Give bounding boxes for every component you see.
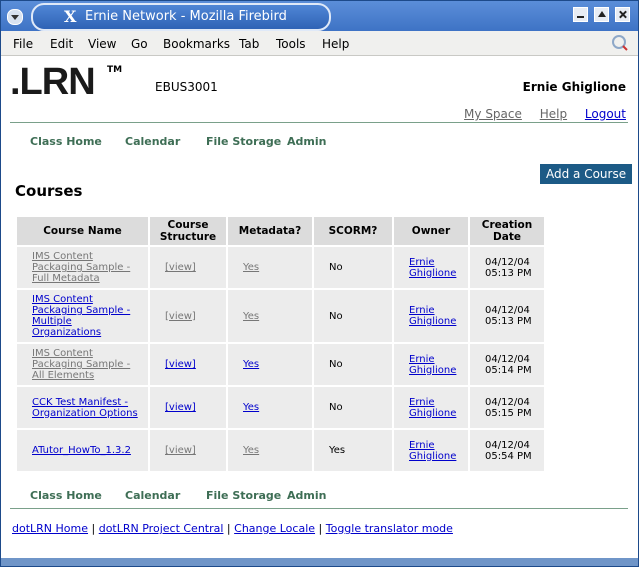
footer-links: dotLRN Home | dotLRN Project Central | C… [12, 522, 453, 535]
menu-view[interactable]: View [88, 37, 116, 51]
title-pill: X Ernie Network - Mozilla Firebird [31, 3, 331, 31]
tab-admin[interactable]: Admin [287, 135, 326, 148]
metadata-link[interactable]: Yes [243, 311, 259, 322]
owner-link[interactable]: Ernie Ghiglione [409, 397, 456, 419]
logo-trademark: TM [107, 65, 123, 75]
owner-link[interactable]: Ernie Ghiglione [409, 305, 456, 327]
metadata-link[interactable]: Yes [243, 445, 259, 456]
tab-calendar[interactable]: Calendar [125, 135, 180, 148]
course-name-link[interactable]: IMS Content Packaging Sample - All Eleme… [32, 348, 130, 381]
menu-tab[interactable]: Tab [239, 37, 259, 51]
metadata-link[interactable]: Yes [243, 262, 259, 273]
footer-dotlrn-home-link[interactable]: dotLRN Home [12, 522, 88, 535]
menu-help[interactable]: Help [322, 37, 349, 51]
menu-edit[interactable]: Edit [50, 37, 73, 51]
course-code: EBUS3001 [155, 80, 218, 94]
view-structure-link[interactable]: [view] [165, 402, 196, 413]
footer-project-central-link[interactable]: dotLRN Project Central [99, 522, 224, 535]
scorm-value: No [329, 402, 343, 413]
window-bottom-border [1, 558, 638, 566]
page-title: Courses [15, 182, 83, 200]
col-scorm: SCORM? [314, 217, 392, 245]
menu-bar: File Edit View Go Bookmarks Tab Tools He… [1, 31, 638, 56]
view-structure-link[interactable]: [view] [165, 359, 196, 370]
table-row: IMS Content Packaging Sample - Full Meta… [17, 247, 544, 288]
view-structure-link[interactable]: [view] [165, 311, 196, 322]
table-row: IMS Content Packaging Sample - All Eleme… [17, 344, 544, 385]
table-row: ATutor_HowTo_1.3.2 [view] Yes Yes Ernie … [17, 430, 544, 471]
close-icon[interactable] [615, 7, 630, 22]
col-metadata: Metadata? [228, 217, 312, 245]
metadata-link[interactable]: Yes [243, 402, 259, 413]
view-structure-link[interactable]: [view] [165, 262, 196, 273]
creation-date: 04/12/04 05:15 PM [485, 396, 532, 419]
owner-link[interactable]: Ernie Ghiglione [409, 257, 456, 279]
scorm-value: No [329, 310, 343, 322]
scorm-value: No [329, 262, 343, 273]
minimize-icon[interactable] [573, 7, 588, 22]
footer-change-locale-link[interactable]: Change Locale [234, 522, 315, 535]
footer-toggle-translator-link[interactable]: Toggle translator mode [326, 522, 453, 535]
throbber-icon [612, 35, 628, 51]
user-name: Ernie Ghiglione [522, 80, 626, 94]
courses-table: Course Name Course Structure Metadata? S… [15, 215, 546, 473]
owner-link[interactable]: Ernie Ghiglione [409, 354, 456, 376]
menu-go[interactable]: Go [131, 37, 148, 51]
creation-date: 04/12/04 05:13 PM [485, 256, 532, 279]
maximize-icon[interactable] [594, 7, 609, 22]
view-structure-link[interactable]: [view] [165, 445, 196, 456]
window-title: Ernie Network - Mozilla Firebird [85, 9, 287, 24]
creation-date: 04/12/04 05:54 PM [485, 439, 532, 462]
scorm-value: Yes [329, 445, 346, 456]
course-name-link[interactable]: IMS Content Packaging Sample - Multiple … [32, 294, 130, 338]
title-bar[interactable]: X Ernie Network - Mozilla Firebird [1, 1, 638, 31]
menu-file[interactable]: File [13, 37, 33, 51]
top-links: My Space Help Logout [450, 107, 626, 121]
my-space-link[interactable]: My Space [464, 107, 522, 121]
col-creation-date: Creation Date [470, 217, 544, 245]
col-course-structure: Course Structure [150, 217, 226, 245]
window-menu-icon[interactable] [7, 9, 23, 25]
menu-bookmarks[interactable]: Bookmarks [163, 37, 230, 51]
creation-date: 04/12/04 05:14 PM [485, 353, 532, 376]
page-content: .LRN TM EBUS3001 Ernie Ghiglione My Spac… [1, 56, 638, 566]
x-logo-icon: X [64, 7, 77, 26]
tab-calendar[interactable]: Calendar [125, 489, 180, 502]
tab-file-storage[interactable]: File Storage [206, 489, 281, 502]
owner-link[interactable]: Ernie Ghiglione [409, 440, 456, 462]
course-name-link[interactable]: ATutor_HowTo_1.3.2 [32, 445, 131, 456]
table-row: IMS Content Packaging Sample - Multiple … [17, 290, 544, 342]
col-owner: Owner [394, 217, 468, 245]
table-row: CCK Test Manifest - Organization Options… [17, 387, 544, 428]
metadata-link[interactable]: Yes [243, 359, 259, 370]
dotlrn-logo[interactable]: .LRN [10, 61, 96, 104]
creation-date: 04/12/04 05:13 PM [485, 305, 532, 327]
help-link[interactable]: Help [540, 107, 567, 121]
menu-tools[interactable]: Tools [276, 37, 306, 51]
tab-file-storage[interactable]: File Storage [206, 135, 281, 148]
browser-window: X Ernie Network - Mozilla Firebird File … [0, 0, 639, 567]
add-course-button[interactable]: Add a Course [540, 164, 633, 184]
divider [10, 122, 628, 123]
course-name-link[interactable]: CCK Test Manifest - Organization Options [32, 397, 138, 419]
course-name-link[interactable]: IMS Content Packaging Sample - Full Meta… [32, 251, 130, 284]
divider [10, 508, 628, 509]
tab-admin[interactable]: Admin [287, 489, 326, 502]
col-course-name: Course Name [17, 217, 148, 245]
tab-class-home[interactable]: Class Home [30, 489, 102, 502]
scorm-value: No [329, 359, 343, 370]
tab-class-home[interactable]: Class Home [30, 135, 102, 148]
logout-link[interactable]: Logout [585, 107, 626, 121]
